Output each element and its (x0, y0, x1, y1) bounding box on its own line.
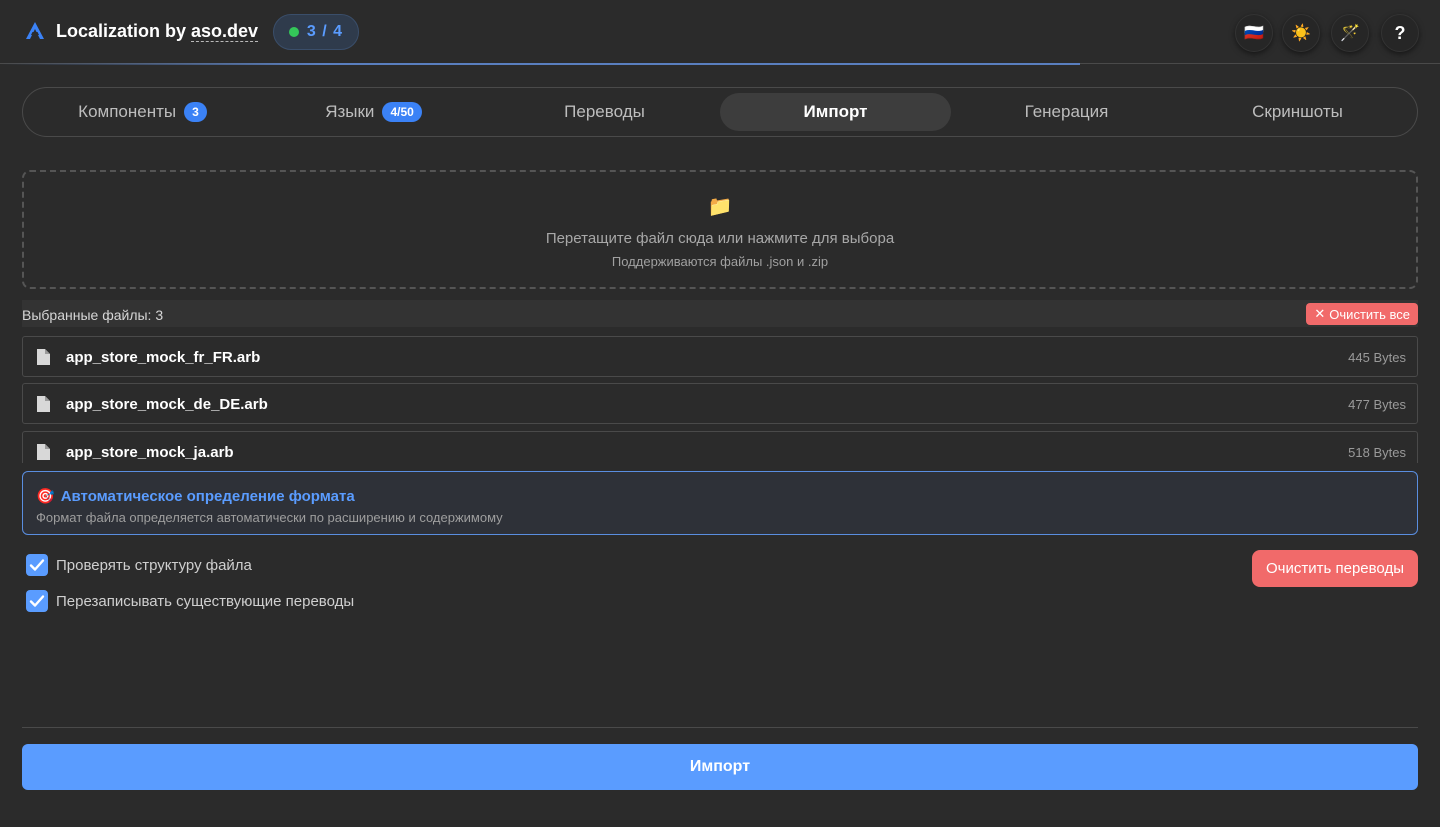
app-logo-icon (26, 22, 44, 39)
progress-text: 3 / 4 (306, 23, 344, 40)
flag-ru-icon: 🇷🇺 (1244, 25, 1264, 42)
tab-components[interactable]: Компоненты 3 (27, 93, 258, 131)
validate-structure-label: Проверять структуру файла (56, 556, 252, 574)
magic-wand-icon: 🪄 (1340, 25, 1360, 42)
clear-all-label: Очистить все (1329, 306, 1410, 322)
tab-label: Импорт (803, 102, 868, 121)
tab-generation[interactable]: Генерация (951, 93, 1182, 131)
file-name: app_store_mock_ja.arb (66, 444, 234, 461)
file-row[interactable]: app_store_mock_ja.arb 518 Bytes (22, 431, 1418, 463)
clear-all-button[interactable]: ✕ Очистить все (1306, 303, 1418, 325)
app-title: Localization by aso.dev (56, 21, 259, 42)
tab-label: Переводы (564, 102, 645, 121)
dropzone-sub-text: Поддерживаются файлы .json и .zip (611, 254, 829, 269)
file-row[interactable]: app_store_mock_fr_FR.arb 445 Bytes (22, 336, 1418, 377)
app-title-brand-link[interactable]: aso.dev (191, 21, 259, 42)
magic-wand-button[interactable]: 🪄 (1331, 14, 1369, 52)
file-dropzone[interactable]: 📁 Перетащите файл сюда или нажмите для в… (22, 170, 1418, 289)
file-size: 518 Bytes (1348, 445, 1406, 460)
auto-format-title-text: Автоматическое определение формата (60, 488, 355, 505)
file-size: 477 Bytes (1348, 397, 1406, 412)
file-name: app_store_mock_de_DE.arb (66, 396, 268, 413)
main-tabs: Компоненты 3 Языки 4/50 Переводы Импорт … (22, 87, 1418, 137)
overwrite-existing-option[interactable]: Перезаписывать существующие переводы (26, 590, 354, 612)
auto-format-title: 🎯 Автоматическое определение формата (36, 487, 355, 505)
app-title-prefix: Localization by (56, 21, 192, 41)
file-icon (37, 444, 50, 460)
dropzone-main-text: Перетащите файл сюда или нажмите для выб… (545, 230, 895, 247)
tab-translations[interactable]: Переводы (489, 93, 720, 131)
tab-screenshots[interactable]: Скриншоты (1182, 93, 1413, 131)
tab-badge: 4/50 (382, 102, 422, 122)
file-icon (37, 349, 50, 365)
help-button[interactable]: ? (1381, 14, 1419, 52)
progress-indicator: 3 / 4 (273, 14, 359, 50)
import-button[interactable]: Импорт (22, 744, 1418, 790)
auto-format-detection-info: 🎯 Автоматическое определение формата Форм… (22, 471, 1418, 535)
auto-format-description: Формат файла определяется автоматически … (36, 510, 503, 525)
status-dot-icon (288, 27, 299, 37)
tab-languages[interactable]: Языки 4/50 (258, 93, 489, 131)
overwrite-existing-label: Перезаписывать существующие переводы (56, 592, 355, 610)
checkmark-icon (29, 559, 45, 571)
checkmark-icon (29, 595, 45, 607)
file-name: app_store_mock_fr_FR.arb (66, 349, 261, 366)
divider (22, 727, 1418, 728)
app-header: Localization by aso.dev 3 / 4 🇷🇺 ☀️ 🪄 ? (0, 0, 1440, 65)
sun-icon: ☀️ (1291, 25, 1311, 42)
folder-icon: 📁 (707, 196, 733, 218)
overwrite-existing-checkbox[interactable] (26, 590, 48, 612)
header-progress-bar (0, 63, 1080, 65)
validate-structure-checkbox[interactable] (26, 554, 48, 576)
selected-files-label: Выбранные файлы: 3 (22, 307, 164, 323)
file-icon (37, 396, 50, 412)
file-list[interactable]: app_store_mock_fr_FR.arb 445 Bytes app_s… (22, 336, 1418, 463)
close-icon: ✕ (1314, 306, 1326, 321)
tab-label: Скриншоты (1252, 102, 1343, 121)
question-mark-icon: ? (1394, 22, 1406, 43)
tab-label: Языки (325, 102, 375, 121)
tab-label: Компоненты (78, 102, 177, 121)
theme-toggle-button[interactable]: ☀️ (1282, 14, 1320, 52)
clear-translations-button[interactable]: Очистить переводы (1252, 550, 1418, 587)
file-size: 445 Bytes (1348, 350, 1406, 365)
target-icon: 🎯 (36, 488, 55, 505)
selected-files-header: Выбранные файлы: 3 ✕ Очистить все (22, 300, 1418, 327)
language-flag-button[interactable]: 🇷🇺 (1235, 14, 1273, 52)
tab-label: Генерация (1024, 102, 1109, 121)
file-row[interactable]: app_store_mock_de_DE.arb 477 Bytes (22, 383, 1418, 424)
tab-badge: 3 (184, 102, 207, 122)
tab-import[interactable]: Импорт (720, 93, 951, 131)
validate-structure-option[interactable]: Проверять структуру файла (26, 554, 252, 576)
